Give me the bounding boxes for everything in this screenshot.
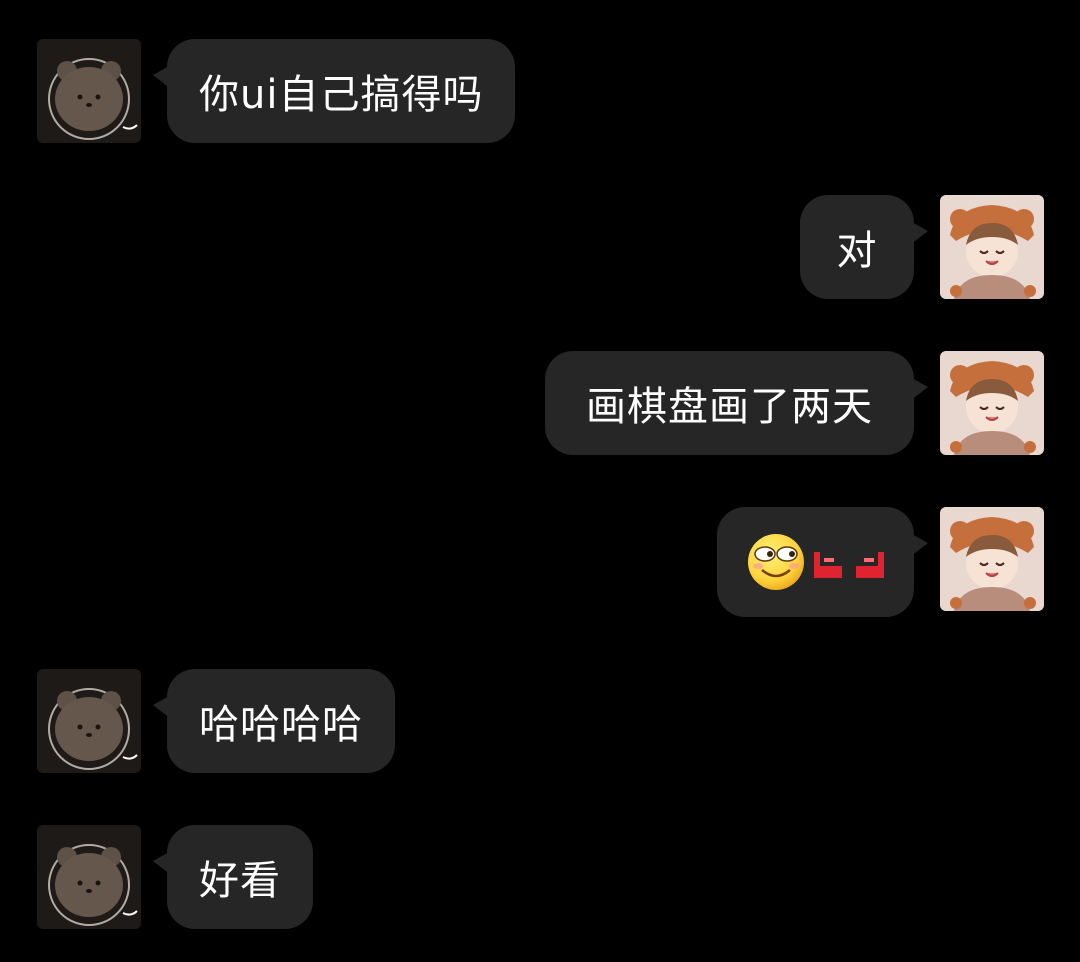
message-bubble[interactable]: 哈哈哈哈 xyxy=(153,669,395,773)
message-text: 好看 xyxy=(199,858,281,904)
message-text: 画棋盘画了两天 xyxy=(586,384,873,430)
chat-thread: 你ui自己搞得吗 对 画棋盘画了两天 哈哈哈哈 好看 xyxy=(0,0,1080,962)
message-bubble[interactable] xyxy=(717,507,928,617)
message-bubble[interactable]: 画棋盘画了两天 xyxy=(545,351,928,455)
bear-avatar[interactable] xyxy=(37,825,141,929)
message-text: 你ui自己搞得吗 xyxy=(199,72,484,118)
message-bubble[interactable]: 你ui自己搞得吗 xyxy=(152,39,516,143)
emoji-row xyxy=(746,532,886,592)
bear-avatar[interactable] xyxy=(37,669,141,773)
anime-girl-avatar-image xyxy=(940,507,1044,611)
bear-avatar-image xyxy=(37,39,141,143)
message-bubble[interactable]: 对 xyxy=(800,195,928,299)
anime-girl-avatar[interactable] xyxy=(940,351,1044,455)
smirk-face-emoji xyxy=(747,534,804,590)
anime-girl-avatar[interactable] xyxy=(940,195,1044,299)
bear-avatar-image xyxy=(37,669,141,773)
bear-avatar-image xyxy=(37,825,141,929)
message-bubble[interactable]: 好看 xyxy=(153,825,313,929)
anime-girl-avatar-image xyxy=(940,195,1044,299)
anime-girl-avatar-image xyxy=(940,351,1044,455)
red-angry-eyebrows-emoji xyxy=(813,552,884,578)
message-text: 对 xyxy=(836,228,878,274)
anime-girl-avatar[interactable] xyxy=(940,507,1044,611)
bear-avatar[interactable] xyxy=(37,39,141,143)
message-text: 哈哈哈哈 xyxy=(199,702,363,748)
